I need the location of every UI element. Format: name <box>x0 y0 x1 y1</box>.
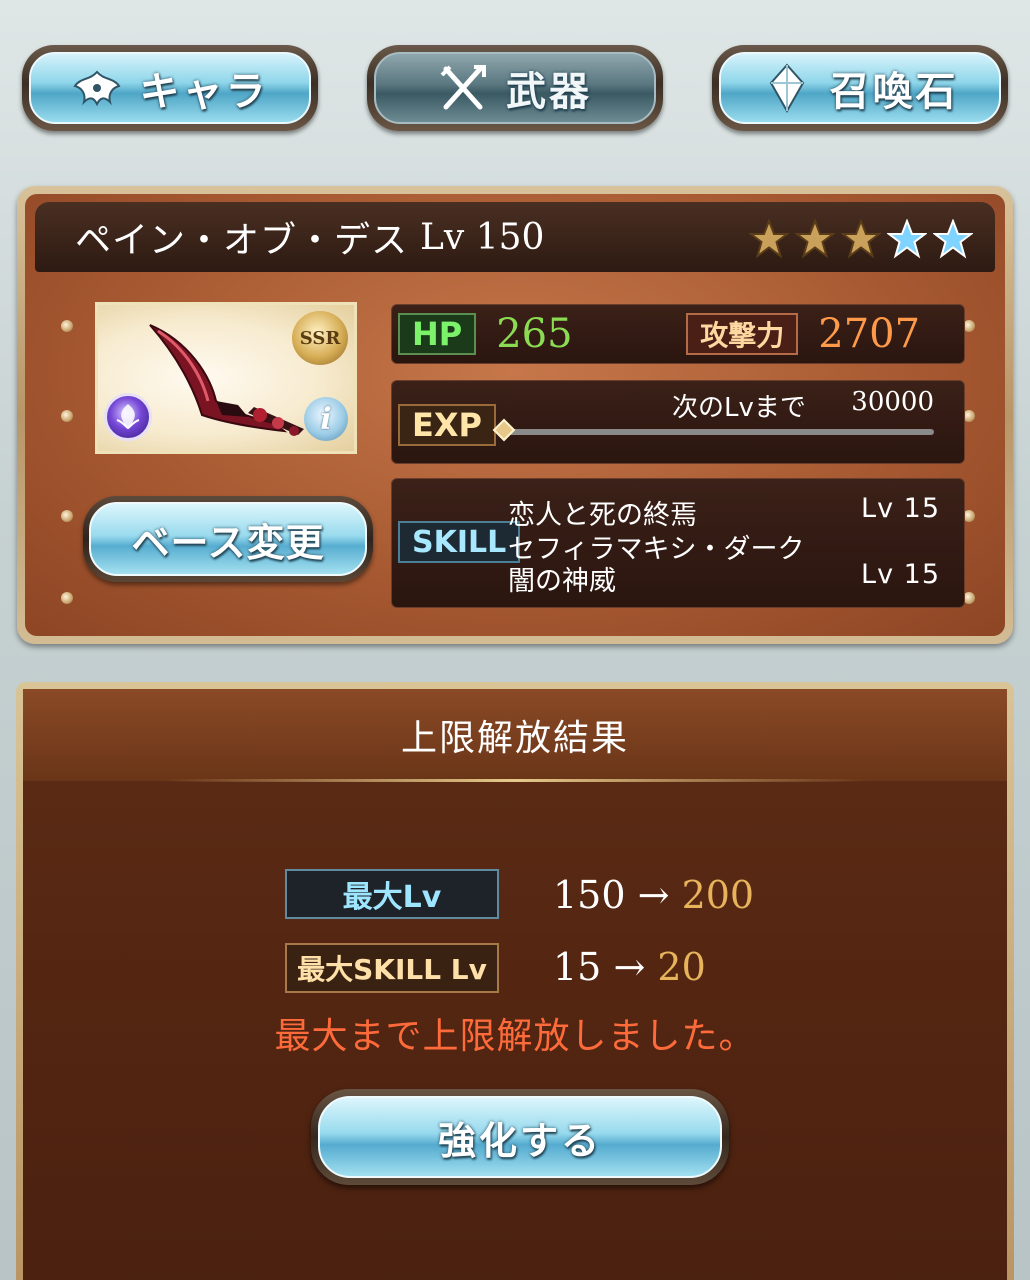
gold-star-icon <box>749 219 789 259</box>
arrow-icon: → <box>613 945 646 989</box>
character-emblem-icon <box>72 63 122 113</box>
result-title: 上限解放結果 <box>400 718 629 759</box>
skill-panel: SKILL 恋人と死の終焉 Lv 15 セフィラマキシ・ダーク 闇の神威 Lv … <box>391 478 965 608</box>
ssr-badge: SSR <box>292 311 348 365</box>
crossed-weapons-icon <box>438 63 488 113</box>
base-change-button[interactable]: ベース変更 <box>83 496 373 582</box>
weapon-title-bar: ペイン・オブ・デス Lv 150 <box>35 202 995 272</box>
skill-row[interactable]: セフィラマキシ・ダーク <box>508 527 940 565</box>
tab-character-label: キャラ <box>139 69 269 115</box>
weapon-card: ペイン・オブ・デス Lv 150 SSR i ベース変更 HP 265 攻撃力 … <box>17 186 1013 644</box>
skill-name: 恋人と死の終焉 <box>508 500 697 531</box>
max-skill-level-to: 20 <box>657 945 706 989</box>
exp-bar-marker <box>492 418 516 442</box>
skill-row[interactable]: 恋人と死の終焉 Lv 15 <box>508 493 940 531</box>
uncap-result-panel: 上限解放結果 最大Lv 150 → 200 最大SKILL Lv 15 → 20… <box>16 682 1014 1280</box>
rivet <box>61 510 73 522</box>
exp-bar <box>502 429 934 435</box>
max-skill-level-change: 15 → 20 <box>553 945 706 989</box>
max-level-from: 150 <box>553 873 626 917</box>
max-level-change: 150 → 200 <box>553 873 754 917</box>
blue-star-icon <box>887 219 927 259</box>
weapon-level: Lv 150 <box>420 216 545 258</box>
enhance-button[interactable]: 強化する <box>311 1089 729 1185</box>
attack-value: 2707 <box>818 311 921 357</box>
skill-level: Lv 15 <box>861 493 940 524</box>
arrow-icon: → <box>637 873 670 917</box>
blue-star-icon <box>933 219 973 259</box>
exp-panel: EXP 次のLvまで 30000 <box>391 380 965 464</box>
uncap-complete-message: 最大まで上限解放しました。 <box>274 1016 756 1057</box>
hp-value: 265 <box>496 311 573 357</box>
skill-row[interactable]: 闇の神威 Lv 15 <box>508 559 940 597</box>
max-level-to: 200 <box>681 873 755 917</box>
enhance-button-label: 強化する <box>437 1118 602 1163</box>
tab-character[interactable]: キャラ <box>22 45 318 131</box>
tab-weapon[interactable]: 武器 <box>367 45 663 131</box>
weapon-image[interactable]: SSR i <box>95 302 357 454</box>
dark-element-icon <box>104 393 152 441</box>
rarity-stars <box>749 219 973 259</box>
rivet <box>61 410 73 422</box>
stats-panel: HP 265 攻撃力 2707 <box>391 304 965 364</box>
skill-label: SKILL <box>398 521 521 563</box>
skill-level: Lv 15 <box>861 559 940 590</box>
max-skill-level-label: 最大SKILL Lv <box>285 943 499 993</box>
gold-star-icon <box>795 219 835 259</box>
max-level-label: 最大Lv <box>285 869 499 919</box>
tab-weapon-label: 武器 <box>506 69 592 115</box>
ornament-divider <box>163 779 867 782</box>
max-skill-level-from: 15 <box>553 945 602 989</box>
weapon-name: ペイン・オブ・デス <box>75 220 409 261</box>
skill-name: 闇の神威 <box>508 566 616 597</box>
rivet <box>61 592 73 604</box>
next-level-label: 次のLvまで <box>672 393 806 423</box>
rivet <box>61 320 73 332</box>
gold-star-icon <box>841 219 881 259</box>
exp-label: EXP <box>398 404 496 446</box>
tab-summon-label: 召喚石 <box>829 69 959 115</box>
next-level-value: 30000 <box>851 387 934 417</box>
info-icon[interactable]: i <box>304 397 348 441</box>
attack-label: 攻撃力 <box>686 313 799 355</box>
crystal-icon <box>762 63 812 113</box>
tab-summon[interactable]: 召喚石 <box>712 45 1008 131</box>
hp-label: HP <box>398 313 477 355</box>
skill-name: セフィラマキシ・ダーク <box>508 534 805 565</box>
result-header: 上限解放結果 <box>23 689 1007 781</box>
base-change-label: ベース変更 <box>131 520 325 565</box>
